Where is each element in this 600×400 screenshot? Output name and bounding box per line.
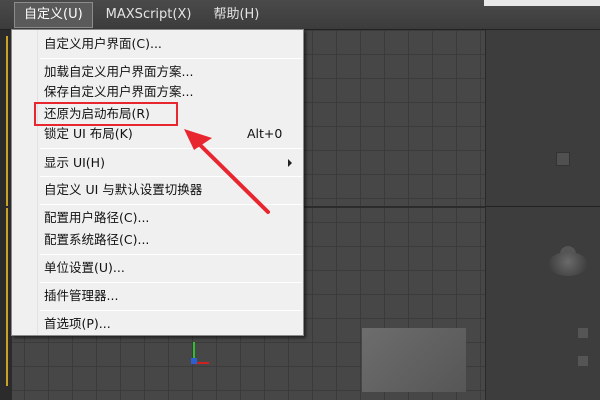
axis-z-icon bbox=[191, 358, 197, 364]
menu-item-customize-ui[interactable]: 自定义用户界面(C)... bbox=[44, 36, 162, 52]
right-viewport-divider bbox=[485, 206, 600, 207]
menu-item-preferences[interactable]: 首选项(P)... bbox=[44, 316, 111, 332]
menu-separator bbox=[40, 176, 302, 177]
menu-customize[interactable]: 自定义(U) bbox=[14, 1, 93, 28]
menu-item-configure-system-paths[interactable]: 配置系统路径(C)... bbox=[44, 232, 149, 248]
menu-item-save-ui-scheme[interactable]: 保存自定义用户界面方案... bbox=[44, 84, 193, 100]
menu-item-units-setup[interactable]: 单位设置(U)... bbox=[44, 260, 125, 276]
menu-help[interactable]: 帮助(H) bbox=[204, 3, 268, 27]
menu-separator bbox=[40, 254, 302, 255]
menu-item-load-ui-scheme[interactable]: 加载自定义用户界面方案... bbox=[44, 64, 193, 80]
menu-item-configure-user-paths[interactable]: 配置用户路径(C)... bbox=[44, 210, 149, 226]
menu-separator bbox=[40, 148, 302, 149]
menu-separator bbox=[40, 282, 302, 283]
customize-dropdown-menu: 自定义用户界面(C)... 加载自定义用户界面方案... 保存自定义用户界面方案… bbox=[11, 29, 304, 336]
menu-item-lock-ui-layout[interactable]: 锁定 UI 布局(K) bbox=[44, 126, 133, 142]
teapot-icon bbox=[548, 252, 588, 276]
viewport-object-square bbox=[556, 152, 570, 166]
menu-item-plugin-manager[interactable]: 插件管理器... bbox=[44, 288, 118, 304]
submenu-arrow-icon bbox=[288, 159, 292, 167]
menu-separator bbox=[40, 204, 302, 205]
app-window: 自定义(U) MAXScript(X) 帮助(H) 自定义用户界面(C)... … bbox=[0, 0, 600, 400]
shortcut-lock-ui-layout: Alt+0 bbox=[247, 126, 283, 141]
right-viewport[interactable] bbox=[485, 30, 600, 400]
viewport-control-square[interactable] bbox=[578, 356, 588, 366]
menu-separator bbox=[40, 310, 302, 311]
menu-separator bbox=[40, 58, 302, 59]
menubar-right-strip bbox=[484, 0, 600, 6]
menu-item-show-ui[interactable]: 显示 UI(H) bbox=[44, 155, 105, 171]
render-preview-thumbnail bbox=[362, 328, 466, 392]
menu-item-ui-defaults-switcher[interactable]: 自定义 UI 与默认设置切换器 bbox=[44, 182, 202, 198]
menu-icon-gutter bbox=[12, 30, 38, 335]
menu-maxscript[interactable]: MAXScript(X) bbox=[97, 3, 201, 27]
viewport-control-square[interactable] bbox=[578, 328, 588, 338]
annotation-highlight-box bbox=[34, 102, 178, 126]
